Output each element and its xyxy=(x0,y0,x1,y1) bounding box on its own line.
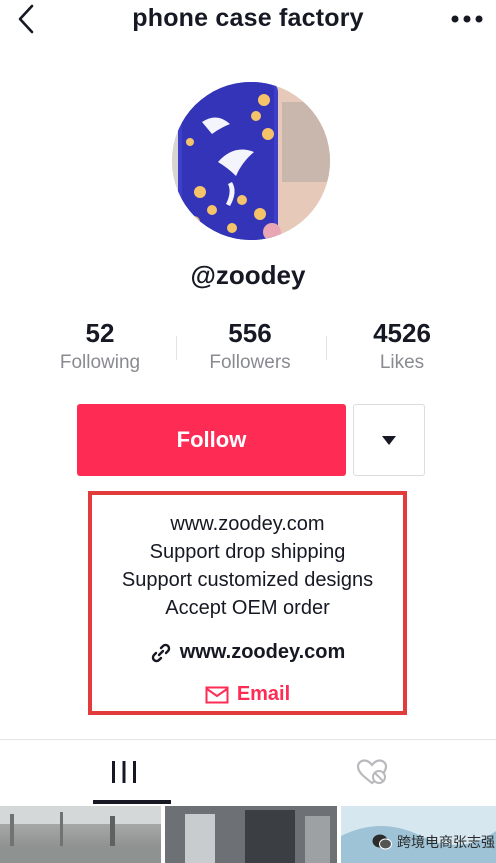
wechat-logo-icon xyxy=(372,834,392,850)
followers-label: Followers xyxy=(209,352,291,373)
likes-label: Likes xyxy=(379,352,425,373)
bio-website-text: www.zoodey.com xyxy=(179,641,346,663)
bio-line: Support drop shipping xyxy=(149,541,346,563)
bio-website-link[interactable]: www.zoodey.com xyxy=(92,641,403,664)
video-thumbnail-image xyxy=(165,806,337,863)
bio-email-button[interactable]: Email xyxy=(92,683,403,706)
top-nav-bar: phone case factory xyxy=(0,0,496,40)
tab-videos[interactable] xyxy=(0,740,248,804)
caret-down-icon xyxy=(382,436,396,445)
bio-line: Accept OEM order xyxy=(165,597,330,619)
watermark: 跨境电商张志强 xyxy=(372,832,495,852)
following-label: Following xyxy=(59,352,141,373)
stat-followers[interactable]: 556 Followers xyxy=(190,318,310,374)
avatar[interactable] xyxy=(172,82,330,240)
tab-liked[interactable] xyxy=(248,740,496,804)
bio-line: Support customized designs xyxy=(121,569,374,591)
bio-line: www.zoodey.com xyxy=(170,513,325,535)
stat-divider xyxy=(326,336,327,360)
followers-count: 556 xyxy=(228,318,272,348)
following-count: 52 xyxy=(85,318,115,348)
bio-email-label: Email xyxy=(236,683,291,705)
video-thumbnail[interactable] xyxy=(0,806,161,863)
liked-heart-hidden-icon xyxy=(356,759,388,785)
profile-username: @zoodey xyxy=(190,260,306,290)
video-thumbnail-image xyxy=(0,806,161,863)
follow-button[interactable]: Follow xyxy=(77,404,346,476)
stat-following[interactable]: 52 Following xyxy=(40,318,160,374)
envelope-icon xyxy=(205,686,229,703)
likes-count: 4526 xyxy=(373,318,431,348)
active-tab-indicator xyxy=(93,800,171,804)
video-thumbnail[interactable] xyxy=(165,806,337,863)
more-dots-icon xyxy=(451,15,483,23)
stat-likes[interactable]: 4526 Likes xyxy=(342,318,462,374)
watermark-text: 跨境电商张志强 xyxy=(397,834,495,850)
link-icon xyxy=(151,643,170,662)
bio-section: www.zoodey.com Support drop shipping Sup… xyxy=(88,491,407,715)
grid-bars-icon xyxy=(112,761,136,783)
avatar-image xyxy=(172,82,330,240)
more-options-button[interactable] xyxy=(450,8,484,30)
stat-divider xyxy=(176,336,177,360)
suggested-accounts-dropdown-button[interactable] xyxy=(353,404,425,476)
page-title: phone case factory xyxy=(132,4,364,32)
